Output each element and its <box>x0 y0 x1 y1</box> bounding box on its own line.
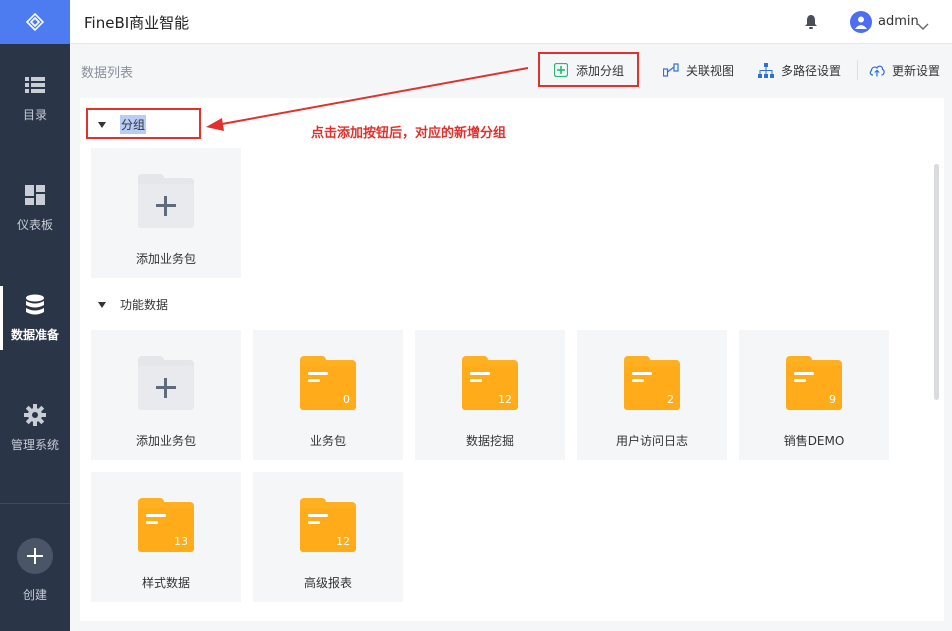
database-icon <box>24 294 46 316</box>
folder-icon: 2 <box>624 356 680 410</box>
package-count: 13 <box>174 535 188 548</box>
logo[interactable] <box>0 0 70 44</box>
group-name: 功能数据 <box>120 298 169 312</box>
scrollbar[interactable] <box>934 164 939 400</box>
logo-icon <box>25 12 45 32</box>
package-count: 9 <box>829 393 836 406</box>
card-label: 高级报表 <box>303 576 352 590</box>
relation-view-label: 关联视图 <box>686 63 735 78</box>
card-label: 数据挖掘 <box>465 434 514 448</box>
triangle-down-icon <box>98 301 106 308</box>
card-label: 销售DEMO <box>783 434 845 448</box>
card-label: 添加业务包 <box>135 252 196 266</box>
bell-icon[interactable] <box>804 14 818 34</box>
add-package-card[interactable]: 添加业务包 <box>91 330 241 460</box>
highlight-new-group <box>86 108 201 139</box>
sidebar-item-label: 仪表板 <box>16 217 53 232</box>
sidebar-item-admin[interactable]: 管理系统 <box>0 388 70 468</box>
package-count: 12 <box>498 393 512 406</box>
package-card[interactable]: 12 高级报表 <box>253 472 403 602</box>
sidebar-item-label: 管理系统 <box>10 437 59 452</box>
cloud-upload-icon <box>869 62 885 78</box>
sidebar-item-label: 数据准备 <box>10 327 59 342</box>
plus-icon <box>17 538 53 574</box>
folder-icon: 0 <box>300 356 356 410</box>
toolbar-divider <box>857 60 858 80</box>
highlight-add-group <box>538 52 639 87</box>
create-button[interactable]: 创建 <box>0 538 70 603</box>
add-folder-icon <box>138 356 194 410</box>
app-title: FineBI商业智能 <box>84 14 190 32</box>
avatar[interactable] <box>850 11 872 33</box>
hierarchy-icon <box>758 62 774 78</box>
add-package-card[interactable]: 添加业务包 <box>91 148 241 278</box>
dashboard-icon <box>24 184 46 206</box>
package-card[interactable]: 13 样式数据 <box>91 472 241 602</box>
sidebar-item-dashboard[interactable]: 仪表板 <box>0 168 70 248</box>
page-title: 数据列表 <box>81 66 134 81</box>
folder-icon: 13 <box>138 498 194 552</box>
package-count: 0 <box>343 393 350 406</box>
multi-path-button[interactable]: 多路径设置 <box>758 61 841 79</box>
card-label: 样式数据 <box>141 576 190 590</box>
header: FineBI商业智能 admin <box>70 0 952 44</box>
chevron-down-icon[interactable] <box>917 16 929 35</box>
package-card[interactable]: 0 业务包 <box>253 330 403 460</box>
sidebar: 目录 仪表板 数据准备 管理系统 创建 <box>0 0 70 631</box>
add-folder-icon <box>138 174 194 228</box>
package-card[interactable]: 12 数据挖掘 <box>415 330 565 460</box>
package-card[interactable]: 2 用户访问日志 <box>577 330 727 460</box>
sidebar-divider <box>0 503 70 504</box>
folder-icon: 12 <box>462 356 518 410</box>
relation-icon <box>663 62 679 78</box>
update-settings-label: 更新设置 <box>892 63 941 78</box>
sidebar-item-label: 目录 <box>22 107 47 122</box>
package-count: 2 <box>667 393 674 406</box>
multi-path-label: 多路径设置 <box>781 63 842 78</box>
user-name[interactable]: admin <box>878 14 919 29</box>
annotation-text: 点击添加按钮后，对应的新增分组 <box>311 126 507 141</box>
package-count: 12 <box>336 535 350 548</box>
group-header-function-data[interactable]: 功能数据 <box>98 296 168 313</box>
package-card[interactable]: 9 销售DEMO <box>739 330 889 460</box>
folder-icon: 12 <box>300 498 356 552</box>
create-label: 创建 <box>22 588 47 602</box>
sidebar-item-data-prep[interactable]: 数据准备 <box>0 278 70 358</box>
folder-icon: 9 <box>786 356 842 410</box>
gear-icon <box>24 403 46 426</box>
card-label: 添加业务包 <box>135 434 196 448</box>
list-icon <box>24 74 46 96</box>
relation-view-button[interactable]: 关联视图 <box>663 61 734 79</box>
update-settings-button[interactable]: 更新设置 <box>869 61 940 79</box>
sidebar-item-catalog[interactable]: 目录 <box>0 58 70 138</box>
card-label: 用户访问日志 <box>615 434 688 448</box>
card-label: 业务包 <box>309 434 346 448</box>
